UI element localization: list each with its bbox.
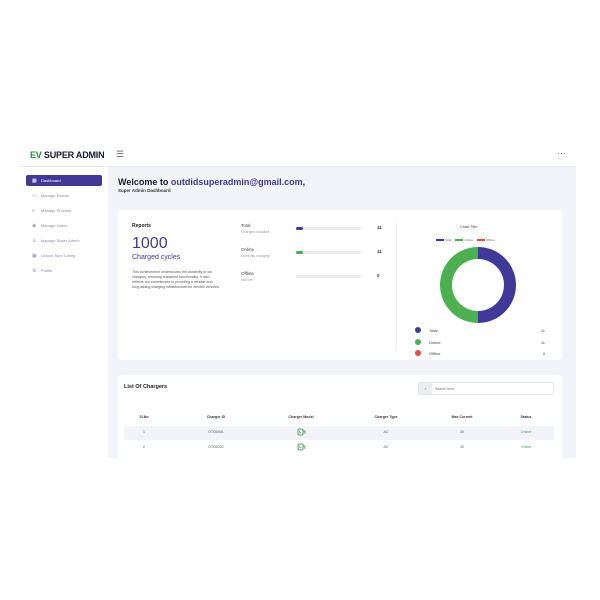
app-window: EV SUPER ADMIN ☰ ⋯ ▦ Dashboard ▭ Manage … xyxy=(20,143,576,458)
stat-progress-track xyxy=(296,251,361,254)
stat-sub: Not live xyxy=(241,278,253,282)
sidebar-item-label: Manage Users xyxy=(41,223,68,228)
stat-label: Offline xyxy=(241,271,254,276)
legend-dot xyxy=(415,339,421,345)
chart-title: Chart Title xyxy=(460,225,478,229)
stat-progress-fill xyxy=(296,251,303,254)
stat-value: 11 xyxy=(377,225,382,230)
column-header: Status xyxy=(520,415,532,419)
sidebar-item-label: Manage Super Admin xyxy=(41,238,80,243)
stat-total: Total Chargers installed 11 xyxy=(241,223,386,245)
stat-value: 0 xyxy=(377,273,380,278)
legend-list-item-online: Online 11 xyxy=(415,339,545,347)
welcome-email: outdidsuperadmin@gmail.com xyxy=(170,177,303,187)
search-input[interactable] xyxy=(435,385,545,392)
legend-list-item-offline: Offline 0 xyxy=(415,350,545,358)
sidebar-item-manage-users[interactable]: ◉ Manage Users xyxy=(26,220,102,231)
sidebar-item-manage-provider[interactable]: ≡ Manage Provider xyxy=(26,205,102,216)
chargers-title: List Of Chargers xyxy=(124,384,168,390)
stat-label: Online xyxy=(241,247,255,252)
cell-max-current: 30 xyxy=(460,430,464,434)
grid-icon: ▦ xyxy=(32,177,37,184)
column-header: Sl.No xyxy=(139,415,149,419)
cell-sl-no: 2 xyxy=(143,445,145,449)
reports-card: Reports 1000 Charged cycles This achieve… xyxy=(118,210,562,360)
sidebar-item-label: Manage Provider xyxy=(41,208,72,213)
stat-online: Online Currently charging 11 xyxy=(241,247,386,269)
charged-cycles-label: Charged cycles xyxy=(132,254,181,261)
legend-list-item-total: Total 11 xyxy=(415,327,545,335)
stat-sub: Chargers installed xyxy=(241,230,270,234)
top-bar: EV SUPER ADMIN ☰ ⋯ xyxy=(20,143,576,167)
sidebar-item-label: Manage Events xyxy=(41,193,69,198)
list-icon: ≡ xyxy=(32,207,35,214)
sidebar-item-label: Profile xyxy=(41,268,53,273)
legend-entry-offline[interactable]: Offline xyxy=(477,238,495,242)
charged-cycles-count: 1000 xyxy=(132,235,168,252)
card-divider xyxy=(396,222,397,350)
legend-entry-online[interactable]: Online xyxy=(455,238,473,242)
gear-icon: ⚙ xyxy=(32,267,37,274)
user-icon: ◉ xyxy=(32,222,37,229)
charger-plug-icon xyxy=(297,443,306,451)
legend-dot xyxy=(415,327,421,333)
person-icon: ♙ xyxy=(32,237,37,244)
dots-icon[interactable]: ⋯ xyxy=(557,148,566,159)
column-header: Charger Type xyxy=(374,415,398,419)
stat-value: 11 xyxy=(377,249,382,254)
brand-logo[interactable]: EV SUPER ADMIN xyxy=(30,150,105,160)
cell-charger-type: AC xyxy=(383,445,389,449)
donut-slice-online[interactable] xyxy=(440,247,478,323)
table-row[interactable]: 1 OTD0001 AC 30 Online xyxy=(124,426,554,440)
chart-legend: Total Online Offline xyxy=(436,238,495,242)
legend-entry-total[interactable]: Total xyxy=(436,238,451,242)
sidebar-item-profile[interactable]: ⚙ Profile xyxy=(26,265,102,276)
status-badge: Online xyxy=(520,430,532,434)
hamburger-icon[interactable]: ☰ xyxy=(116,149,124,160)
cell-charger-type: AC xyxy=(383,430,389,434)
stat-sub: Currently charging xyxy=(241,254,270,258)
cell-charger-id: OTD0002 xyxy=(208,445,224,449)
table-row[interactable]: 2 OTD0002 AC 30 Online xyxy=(124,441,554,455)
stat-offline: Offline Not live 0 xyxy=(241,271,386,293)
sidebar-item-output-type-config[interactable]: ▣ Output Type Config xyxy=(26,250,102,261)
page-subtitle: Super Admin Dashboard xyxy=(118,188,171,193)
sidebar-item-dashboard[interactable]: ▦ Dashboard xyxy=(26,175,102,186)
column-header: Charger ID xyxy=(206,415,226,419)
chargers-card: List Of Chargers ⌕ Sl.No Charger ID Char… xyxy=(118,375,562,458)
stat-label: Total xyxy=(241,223,251,228)
column-header: Max Current xyxy=(451,415,473,419)
reports-title: Reports xyxy=(132,223,151,229)
calendar-icon: ▭ xyxy=(32,192,37,199)
cell-sl-no: 1 xyxy=(143,430,145,434)
charger-plug-icon xyxy=(297,428,306,436)
legend-swatch xyxy=(436,238,444,241)
stat-progress-track xyxy=(296,275,361,278)
page-title: Welcome to outdidsuperadmin@gmail.com, xyxy=(118,177,306,187)
search-icon[interactable]: ⌕ xyxy=(419,383,432,394)
stat-progress-track xyxy=(296,227,361,230)
legend-dot xyxy=(415,350,421,356)
search-box: ⌕ xyxy=(418,382,554,395)
status-badge: Online xyxy=(520,445,532,449)
sidebar-item-manage-super-admin[interactable]: ♙ Manage Super Admin xyxy=(26,235,102,246)
cell-charger-id: OTD0001 xyxy=(208,430,224,434)
stat-progress-fill xyxy=(296,227,303,230)
reports-description: This achievement underscores the durabil… xyxy=(132,270,220,289)
sidebar: ▦ Dashboard ▭ Manage Events ≡ Manage Pro… xyxy=(20,167,108,458)
legend-swatch xyxy=(477,238,486,241)
legend-swatch xyxy=(455,238,464,241)
plug-icon: ▣ xyxy=(32,252,37,259)
sidebar-item-label: Output Type Config xyxy=(41,253,76,258)
column-header: Charger Model xyxy=(288,415,314,419)
donut-chart xyxy=(440,247,516,323)
cell-max-current: 30 xyxy=(460,445,464,449)
donut-slice-total[interactable] xyxy=(478,247,516,323)
sidebar-item-manage-events[interactable]: ▭ Manage Events xyxy=(26,190,102,201)
sidebar-item-label: Dashboard xyxy=(41,178,61,183)
